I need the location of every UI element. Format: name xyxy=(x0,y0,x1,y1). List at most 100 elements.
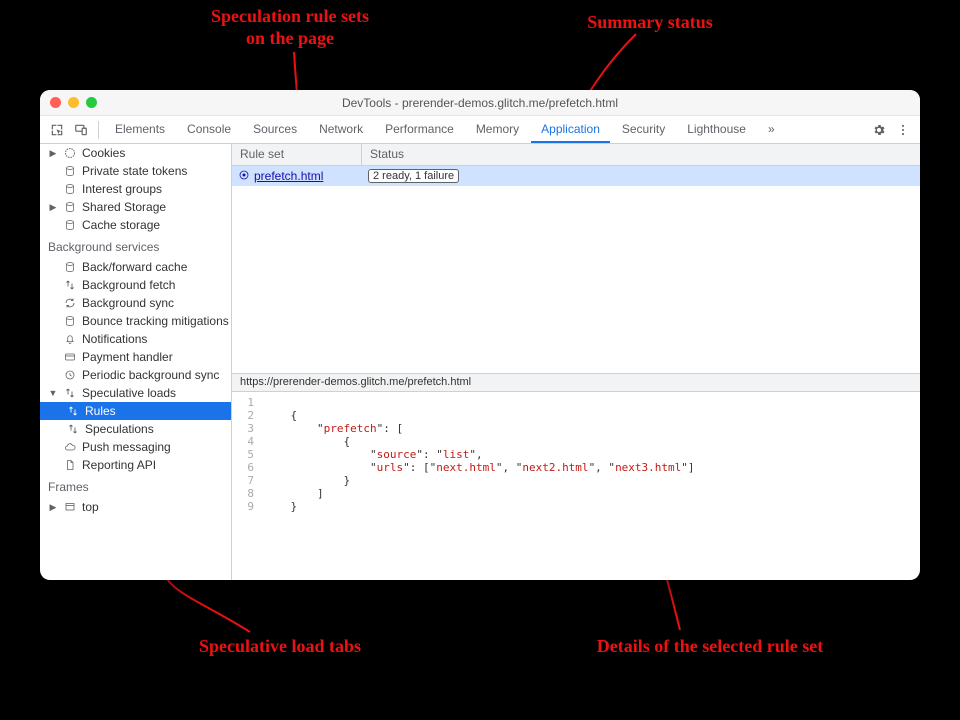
sidebar-item-cache-storage[interactable]: Cache storage xyxy=(40,216,231,234)
sidebar-item-shared-storage[interactable]: ▶ Shared Storage xyxy=(40,198,231,216)
cell-ruleset: prefetch.html xyxy=(232,166,362,186)
sidebar-item-rules[interactable]: Rules xyxy=(40,402,231,420)
sidebar-label: Reporting API xyxy=(82,458,156,472)
sidebar-label: Periodic background sync xyxy=(82,368,219,382)
window-title: DevTools - prerender-demos.glitch.me/pre… xyxy=(40,96,920,110)
cookie-icon xyxy=(63,146,77,160)
sidebar-label: Private state tokens xyxy=(82,164,187,178)
window-controls[interactable] xyxy=(50,97,97,108)
sidebar-item-reporting-api[interactable]: Reporting API xyxy=(40,456,231,474)
table-row[interactable]: prefetch.html 2 ready, 1 failure xyxy=(232,166,920,186)
sidebar-group-frames: Frames xyxy=(40,474,231,498)
sidebar-label: Speculative loads xyxy=(82,386,176,400)
database-icon xyxy=(63,218,77,232)
sidebar-item-top-frame[interactable]: ▶ top xyxy=(40,498,231,516)
kebab-menu-icon[interactable] xyxy=(892,119,914,141)
frame-icon xyxy=(63,500,77,514)
tab-lighthouse[interactable]: Lighthouse xyxy=(677,116,756,143)
cloud-icon xyxy=(63,440,77,454)
sidebar-group-background-services: Background services xyxy=(40,234,231,258)
annotation-rule-sets: Speculation rule setson the page xyxy=(180,6,400,49)
chevron-down-icon: ▼ xyxy=(48,388,58,398)
main-panel: Rule set Status prefetch.html 2 ready, 1… xyxy=(232,144,920,580)
sidebar-item-background-fetch[interactable]: Background fetch xyxy=(40,276,231,294)
sidebar-item-push-messaging[interactable]: Push messaging xyxy=(40,438,231,456)
sidebar-item-speculations[interactable]: Speculations xyxy=(40,420,231,438)
updown-arrows-icon xyxy=(63,386,77,400)
sidebar-item-back-forward[interactable]: Back/forward cache xyxy=(40,258,231,276)
column-header-ruleset[interactable]: Rule set xyxy=(232,144,362,165)
detail-url: https://prerender-demos.glitch.me/prefet… xyxy=(232,374,920,391)
devtools-window: DevTools - prerender-demos.glitch.me/pre… xyxy=(40,90,920,580)
tab-network[interactable]: Network xyxy=(309,116,373,143)
code-viewer: 123456789 { "prefetch": [ { "source": "l… xyxy=(232,392,920,580)
sidebar-label: Shared Storage xyxy=(82,200,166,214)
sidebar-item-background-sync[interactable]: Background sync xyxy=(40,294,231,312)
sidebar-label: Notifications xyxy=(82,332,147,346)
inspect-icon[interactable] xyxy=(46,119,68,141)
sidebar-label: Interest groups xyxy=(82,182,162,196)
document-icon xyxy=(63,458,77,472)
code-content[interactable]: { "prefetch": [ { "source": "list", "url… xyxy=(260,392,920,580)
tab-application[interactable]: Application xyxy=(531,116,610,143)
chevron-right-icon: ▶ xyxy=(48,502,58,513)
annotation-load-tabs: Speculative load tabs xyxy=(170,636,390,658)
sidebar-label: Cookies xyxy=(82,146,125,160)
updown-arrows-icon xyxy=(63,278,77,292)
tab-security[interactable]: Security xyxy=(612,116,675,143)
sidebar-item-periodic-sync[interactable]: Periodic background sync xyxy=(40,366,231,384)
database-icon xyxy=(63,200,77,214)
sidebar-item-private-tokens[interactable]: Private state tokens xyxy=(40,162,231,180)
tab-elements[interactable]: Elements xyxy=(105,116,175,143)
close-window-icon[interactable] xyxy=(50,97,61,108)
credit-card-icon xyxy=(63,350,77,364)
tab-memory[interactable]: Memory xyxy=(466,116,529,143)
tab-console[interactable]: Console xyxy=(177,116,241,143)
sidebar-item-speculative-loads[interactable]: ▼ Speculative loads xyxy=(40,384,231,402)
tab-sources[interactable]: Sources xyxy=(243,116,307,143)
sidebar-label: Back/forward cache xyxy=(82,260,187,274)
panel-tabs: Elements Console Sources Network Perform… xyxy=(105,116,785,143)
updown-arrows-icon xyxy=(66,404,80,418)
sidebar-item-interest-groups[interactable]: Interest groups xyxy=(40,180,231,198)
sidebar-label: Rules xyxy=(85,404,116,418)
updown-arrows-icon xyxy=(66,422,80,436)
sidebar-label: Background fetch xyxy=(82,278,175,292)
settings-gear-icon[interactable] xyxy=(868,119,890,141)
titlebar: DevTools - prerender-demos.glitch.me/pre… xyxy=(40,90,920,116)
column-header-status[interactable]: Status xyxy=(362,144,920,165)
sidebar-item-cookies[interactable]: ▶ Cookies xyxy=(40,144,231,162)
sidebar-label: Payment handler xyxy=(82,350,173,364)
tab-performance[interactable]: Performance xyxy=(375,116,464,143)
database-icon xyxy=(63,164,77,178)
sidebar-item-payment[interactable]: Payment handler xyxy=(40,348,231,366)
application-sidebar: ▶ Cookies Private state tokens Interest … xyxy=(40,144,232,580)
database-icon xyxy=(63,182,77,196)
database-icon xyxy=(63,260,77,274)
clock-icon xyxy=(63,368,77,382)
ruleset-link[interactable]: prefetch.html xyxy=(254,169,323,183)
sync-icon xyxy=(63,296,77,310)
annotation-summary-status: Summary status xyxy=(560,12,740,34)
chevron-right-icon: ▶ xyxy=(48,148,58,159)
annotation-details: Details of the selected rule set xyxy=(570,636,850,658)
chevron-right-icon: ▶ xyxy=(48,202,58,213)
maximize-window-icon[interactable] xyxy=(86,97,97,108)
sidebar-item-bounce[interactable]: Bounce tracking mitigations xyxy=(40,312,231,330)
status-pill: 2 ready, 1 failure xyxy=(368,169,459,183)
sidebar-label: Bounce tracking mitigations xyxy=(82,314,229,328)
database-icon xyxy=(63,314,77,328)
sidebar-label: Cache storage xyxy=(82,218,160,232)
sidebar-label: Push messaging xyxy=(82,440,171,454)
tabs-overflow-icon[interactable]: » xyxy=(758,116,785,143)
bell-icon xyxy=(63,332,77,346)
target-icon xyxy=(238,169,250,184)
ruleset-table: Rule set Status prefetch.html 2 ready, 1… xyxy=(232,144,920,374)
sidebar-label: top xyxy=(82,500,99,514)
sidebar-label: Background sync xyxy=(82,296,174,310)
sidebar-label: Speculations xyxy=(85,422,154,436)
cell-status: 2 ready, 1 failure xyxy=(362,166,920,186)
minimize-window-icon[interactable] xyxy=(68,97,79,108)
device-toggle-icon[interactable] xyxy=(70,119,92,141)
sidebar-item-notifications[interactable]: Notifications xyxy=(40,330,231,348)
